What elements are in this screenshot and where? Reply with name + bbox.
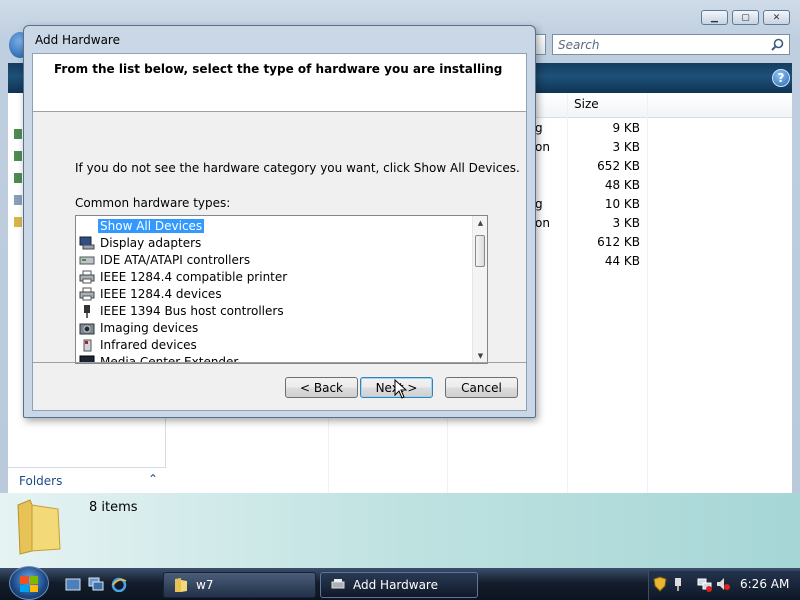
nav-link-icon[interactable] xyxy=(14,173,22,183)
printer-icon xyxy=(79,287,95,300)
network-icon[interactable] xyxy=(697,576,713,592)
taskbar-button-w7[interactable]: w7 xyxy=(163,572,316,598)
dialog-hint: If you do not see the hardware category … xyxy=(75,161,520,175)
window-controls: ▁ ▢ ✕ xyxy=(701,10,790,25)
cancel-button[interactable]: Cancel xyxy=(445,377,518,398)
list-item[interactable]: Show All Devices xyxy=(79,217,205,234)
close-button[interactable]: ✕ xyxy=(763,10,790,25)
windows-logo-icon xyxy=(20,576,38,592)
nav-link-icon[interactable] xyxy=(14,151,22,161)
list-item[interactable]: IEEE 1394 Bus host controllers xyxy=(79,302,286,319)
list-item[interactable]: IEEE 1284.4 compatible printer xyxy=(79,268,289,285)
taskbar-button-add-hardware[interactable]: Add Hardware xyxy=(320,572,478,598)
volume-muted-icon[interactable] xyxy=(715,576,731,592)
dialog-separator xyxy=(33,362,526,363)
file-size-cell: 3 KB xyxy=(612,216,640,230)
file-size-cell: 44 KB xyxy=(604,254,640,268)
file-size-cell: 652 KB xyxy=(597,159,640,173)
minimize-button[interactable]: ▁ xyxy=(701,10,728,25)
taskbar-label: Add Hardware xyxy=(353,578,438,592)
hardware-types-label: Common hardware types: xyxy=(75,196,231,210)
dialog-header-text: From the list below, select the type of … xyxy=(54,62,503,76)
ide-controller-icon xyxy=(79,256,95,264)
list-scrollbar[interactable]: ▲ ▼ xyxy=(472,216,487,363)
list-item[interactable]: Display adapters xyxy=(79,234,203,251)
pin-icon[interactable] xyxy=(670,576,686,592)
clock[interactable]: 6:26 AM xyxy=(740,577,789,591)
hardware-types-list[interactable]: Show All Devices Display adapters IDE AT… xyxy=(75,215,488,364)
show-desktop-icon[interactable] xyxy=(65,577,81,592)
scroll-up-icon[interactable]: ▲ xyxy=(473,216,487,230)
folders-toggle[interactable]: Folders ⌃ xyxy=(8,467,166,493)
all-devices-icon xyxy=(79,219,95,233)
mouse-cursor-icon xyxy=(394,379,407,399)
file-type-cell: g xyxy=(535,197,543,211)
file-size-cell: 48 KB xyxy=(604,178,640,192)
dialog-header: From the list below, select the type of … xyxy=(33,54,526,112)
add-hardware-dialog: Add Hardware From the list below, select… xyxy=(23,25,536,418)
list-item[interactable]: Infrared devices xyxy=(79,336,199,353)
infrared-icon xyxy=(83,339,92,351)
column-header-size[interactable]: Size xyxy=(574,97,599,111)
list-item[interactable]: Imaging devices xyxy=(79,319,200,336)
nav-link-icon[interactable] xyxy=(14,195,22,205)
list-item[interactable]: IEEE 1284.4 devices xyxy=(79,285,224,302)
file-size-cell: 10 KB xyxy=(604,197,640,211)
folder-icon xyxy=(17,499,61,555)
file-size-cell: 612 KB xyxy=(597,235,640,249)
chevron-up-icon: ⌃ xyxy=(147,472,158,486)
file-size-cell: 3 KB xyxy=(612,140,640,154)
nav-folder-icon[interactable] xyxy=(14,217,22,227)
help-icon[interactable]: ? xyxy=(772,69,790,87)
scroll-down-icon[interactable]: ▼ xyxy=(473,349,487,363)
display-adapter-icon xyxy=(79,236,95,249)
scroll-thumb[interactable] xyxy=(475,235,485,267)
column-divider xyxy=(647,93,648,493)
dialog-title: Add Hardware xyxy=(35,33,120,47)
folder-icon xyxy=(175,578,187,592)
folders-label: Folders xyxy=(19,473,63,488)
maximize-button[interactable]: ▢ xyxy=(732,10,759,25)
item-count: 8 items xyxy=(89,500,138,515)
file-type-cell: g xyxy=(535,121,543,135)
search-placeholder: Search xyxy=(558,37,600,52)
taskbar-label: w7 xyxy=(196,578,214,592)
file-type-cell: on xyxy=(535,140,550,154)
search-icon[interactable] xyxy=(771,38,784,51)
search-input[interactable]: Search xyxy=(552,34,790,55)
nav-link-icon[interactable] xyxy=(14,129,22,139)
file-size-cell: 9 KB xyxy=(612,121,640,135)
dialog-body: From the list below, select the type of … xyxy=(32,53,527,411)
file-type-cell: on xyxy=(535,216,550,230)
back-button[interactable]: < Back xyxy=(285,377,358,398)
printer-icon xyxy=(79,270,95,283)
camera-icon xyxy=(79,323,95,334)
add-hardware-icon xyxy=(331,579,345,589)
internet-explorer-icon[interactable] xyxy=(111,577,127,592)
switch-windows-icon[interactable] xyxy=(88,577,104,592)
firewire-icon xyxy=(84,304,90,318)
security-shield-icon[interactable] xyxy=(652,576,668,592)
list-item[interactable]: IDE ATA/ATAPI controllers xyxy=(79,251,252,268)
